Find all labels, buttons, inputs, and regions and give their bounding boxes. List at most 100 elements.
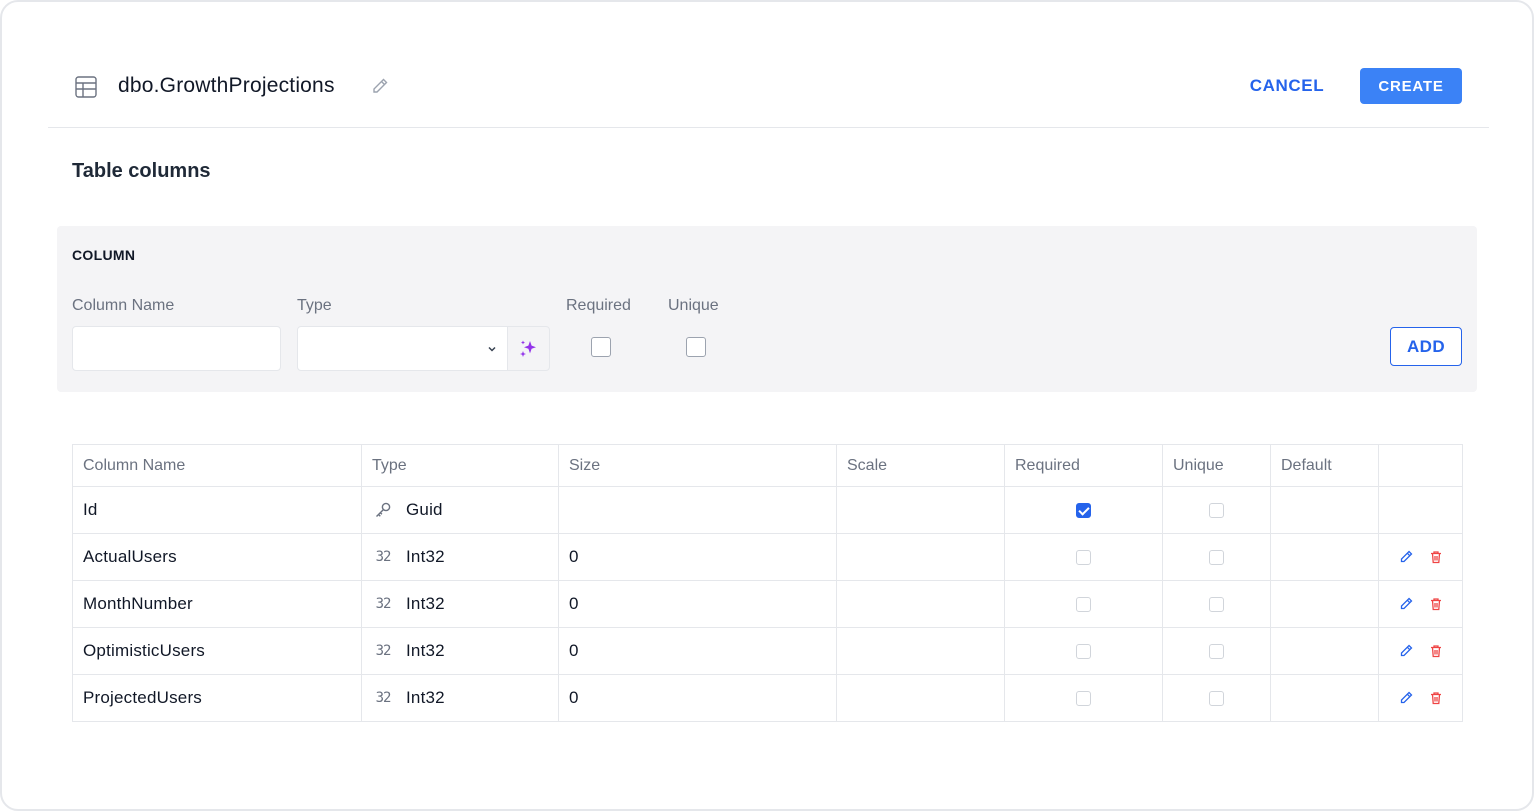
trash-icon[interactable]	[1428, 549, 1444, 565]
table-header-row: Column Name Type Size Scale Required Unique De…	[72, 444, 1463, 487]
cell-default	[1270, 533, 1379, 581]
type-name: Int32	[406, 641, 445, 660]
column-header: Scale	[836, 444, 1005, 487]
cell-required	[1004, 533, 1163, 581]
cell-unique	[1162, 533, 1271, 581]
cell-unique	[1162, 486, 1271, 534]
cell-actions	[1378, 580, 1463, 628]
column-name-input[interactable]	[72, 326, 281, 371]
type-label: Type	[297, 297, 332, 314]
cell-actions	[1378, 627, 1463, 675]
number-32-icon: 32	[375, 549, 392, 565]
unique-row-checkbox[interactable]	[1209, 550, 1224, 566]
trash-icon[interactable]	[1428, 643, 1444, 659]
cell-unique	[1162, 580, 1271, 628]
required-row-checkbox[interactable]	[1076, 644, 1091, 660]
key-icon	[372, 500, 394, 520]
table-row[interactable]: MonthNumber 32 Int32 0	[72, 580, 1463, 628]
cell-required	[1004, 580, 1163, 628]
cancel-button[interactable]: CANCEL	[1236, 68, 1338, 104]
table-row[interactable]: ProjectedUsers 32 Int32 0	[72, 674, 1463, 722]
cell-default	[1270, 580, 1379, 628]
column-header: Column Name	[72, 444, 362, 487]
column-form-heading: COLUMN	[72, 247, 136, 263]
create-button[interactable]: CREATE	[1360, 68, 1462, 104]
unique-label: Unique	[668, 297, 719, 314]
edit-pencil-icon[interactable]	[1398, 596, 1414, 612]
cell-actions	[1378, 486, 1463, 534]
columns-table: Column Name Type Size Scale Required Unique De…	[72, 444, 1463, 722]
cell-size: 0	[558, 580, 837, 628]
table-row[interactable]: ActualUsers 32 Int32 0	[72, 533, 1463, 581]
cell-scale	[836, 486, 1005, 534]
unique-row-checkbox[interactable]	[1209, 644, 1224, 660]
table-row[interactable]: Id Guid	[72, 486, 1463, 534]
cell-type: 32 Int32	[361, 580, 559, 628]
cell-required	[1004, 627, 1163, 675]
cell-scale	[836, 674, 1005, 722]
unique-row-checkbox[interactable]	[1209, 503, 1224, 519]
column-form: COLUMN Column Name Type Required Unique …	[57, 226, 1477, 392]
required-row-checkbox[interactable]	[1076, 597, 1091, 613]
ai-suggest-button[interactable]	[507, 326, 550, 371]
cell-scale	[836, 533, 1005, 581]
unique-row-checkbox[interactable]	[1209, 597, 1224, 613]
cell-actions	[1378, 674, 1463, 722]
cell-type: Guid	[361, 486, 559, 534]
sparkles-icon	[520, 340, 536, 357]
dialog-frame: dbo.GrowthProjections CANCEL CREATE Tabl…	[0, 0, 1534, 811]
add-column-button[interactable]: ADD	[1390, 327, 1462, 366]
table-row[interactable]: OptimisticUsers 32 Int32 0	[72, 627, 1463, 675]
cell-unique	[1162, 627, 1271, 675]
unique-row-checkbox[interactable]	[1209, 691, 1224, 707]
column-header: Type	[361, 444, 559, 487]
cell-column-name: ActualUsers	[72, 533, 362, 581]
type-name: Int32	[406, 594, 445, 613]
edit-pencil-icon[interactable]	[1398, 643, 1414, 659]
cell-size	[558, 486, 837, 534]
cell-size: 0	[558, 627, 837, 675]
type-name: Int32	[406, 688, 445, 707]
required-row-checkbox[interactable]	[1076, 691, 1091, 707]
pencil-icon[interactable]	[370, 76, 390, 96]
number-32-icon: 32	[375, 596, 392, 612]
cell-column-name: ProjectedUsers	[72, 674, 362, 722]
required-label: Required	[566, 297, 631, 314]
cell-unique	[1162, 674, 1271, 722]
column-header: Required	[1004, 444, 1163, 487]
required-row-checkbox[interactable]	[1076, 550, 1091, 566]
table-grid-icon	[74, 75, 98, 99]
page-title: dbo.GrowthProjections	[118, 74, 335, 97]
chevron-down-icon	[485, 342, 499, 356]
edit-pencil-icon[interactable]	[1398, 549, 1414, 565]
cell-scale	[836, 580, 1005, 628]
cell-column-name: MonthNumber	[72, 580, 362, 628]
cell-type: 32 Int32	[361, 533, 559, 581]
number-32-icon: 32	[375, 643, 392, 659]
required-row-checkbox[interactable]	[1076, 503, 1091, 519]
type-name: Int32	[406, 547, 445, 566]
cell-size: 0	[558, 533, 837, 581]
cell-default	[1270, 486, 1379, 534]
cell-type: 32 Int32	[361, 674, 559, 722]
cell-scale	[836, 627, 1005, 675]
column-header: Size	[558, 444, 837, 487]
column-header: Unique	[1162, 444, 1271, 487]
cell-actions	[1378, 533, 1463, 581]
cell-required	[1004, 674, 1163, 722]
unique-checkbox[interactable]	[686, 337, 706, 357]
cell-default	[1270, 627, 1379, 675]
cell-size: 0	[558, 674, 837, 722]
cell-column-name: OptimisticUsers	[72, 627, 362, 675]
trash-icon[interactable]	[1428, 596, 1444, 612]
edit-pencil-icon[interactable]	[1398, 690, 1414, 706]
cell-column-name: Id	[72, 486, 362, 534]
type-name: Guid	[406, 500, 443, 519]
required-checkbox[interactable]	[591, 337, 611, 357]
header-bar: dbo.GrowthProjections CANCEL CREATE	[48, 64, 1489, 128]
trash-icon[interactable]	[1428, 690, 1444, 706]
type-select[interactable]	[297, 326, 508, 371]
column-header	[1378, 444, 1463, 487]
section-title: Table columns	[72, 160, 211, 182]
cell-required	[1004, 486, 1163, 534]
